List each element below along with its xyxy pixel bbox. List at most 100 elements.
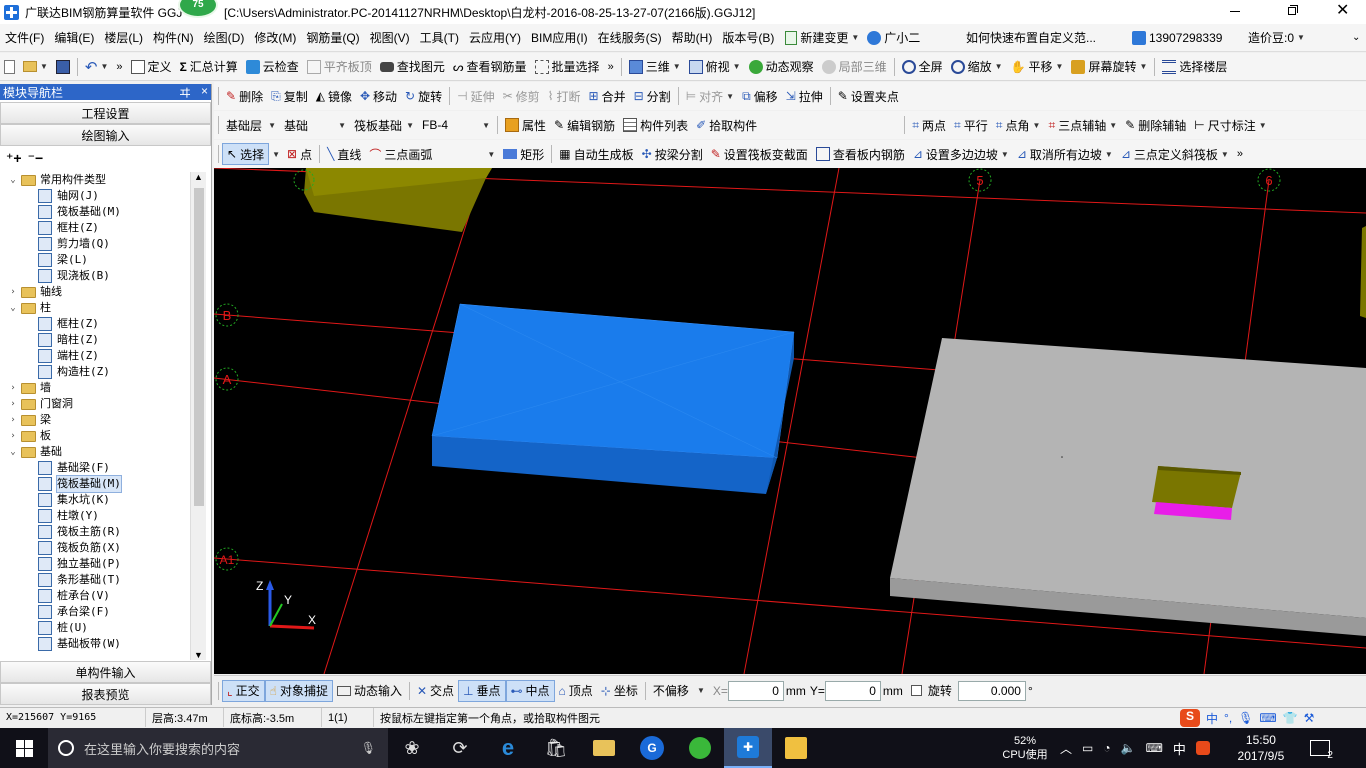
view-rebar-button[interactable]: ᔕ 查看钢筋量 xyxy=(449,56,531,78)
tree-item[interactable]: 集水坑(K) xyxy=(0,492,206,508)
save-button[interactable] xyxy=(52,56,74,78)
intersection-toggle[interactable]: ✕ 交点 xyxy=(413,680,458,702)
tree-scrollbar[interactable]: ▲ ▼ xyxy=(190,172,206,660)
three-point-aux-button[interactable]: ⌗ 三点辅轴 ▼ xyxy=(1044,114,1121,136)
fullscreen-button[interactable]: 全屏 xyxy=(898,56,947,78)
tree-item[interactable]: 基础梁(F) xyxy=(0,460,206,476)
open-file-button[interactable]: ▼ xyxy=(19,56,52,78)
scroll-down-icon[interactable]: ▼ xyxy=(194,650,203,660)
menu-item[interactable]: 钢筋量(Q) xyxy=(301,24,364,51)
volume-icon[interactable]: 🔈 xyxy=(1121,741,1136,755)
define-button[interactable]: 定义 xyxy=(127,56,176,78)
x-input[interactable]: 0 xyxy=(727,680,784,701)
dimension-button[interactable]: ⊢ 尺寸标注 ▼ xyxy=(1190,114,1270,136)
battery-icon[interactable]: ▭ xyxy=(1082,741,1093,755)
chevron-right-icon[interactable]: › xyxy=(8,284,18,300)
tree-item[interactable]: 现浇板(B) xyxy=(0,268,206,284)
expand-all-icon[interactable]: ⁺+ xyxy=(6,150,22,167)
tree-folder[interactable]: › 板 xyxy=(0,428,206,444)
single-component-input-button[interactable]: 单构件输入 xyxy=(0,661,211,683)
menu-item[interactable]: 楼层(L) xyxy=(99,24,148,51)
chevron-down-icon[interactable]: ⌄ xyxy=(8,172,18,188)
file-explorer-icon[interactable] xyxy=(580,728,628,768)
find-element-button[interactable]: 查找图元 xyxy=(376,56,449,78)
minimize-button[interactable] xyxy=(1228,4,1242,18)
pin-icon[interactable]: ヰ xyxy=(179,84,191,101)
menu-item[interactable]: 帮助(H) xyxy=(667,24,718,51)
line-button[interactable]: ╲ 直线 xyxy=(323,143,365,165)
menu-item[interactable]: 编辑(E) xyxy=(49,24,99,51)
tree-item[interactable]: 框柱(Z) xyxy=(0,316,206,332)
menu-item[interactable]: 视图(V) xyxy=(365,24,415,51)
task-view-icon[interactable]: ❀ xyxy=(388,728,436,768)
align-button[interactable]: ⊨ 对齐 ▼ xyxy=(682,85,738,107)
menu-item[interactable]: BIM应用(I) xyxy=(526,24,593,51)
green-app-icon[interactable] xyxy=(676,728,724,768)
batch-select-button[interactable]: 批量选择 xyxy=(531,56,604,78)
tree-item[interactable]: 剪力墙(Q) xyxy=(0,236,206,252)
network-icon[interactable]: ◔ xyxy=(1103,741,1110,755)
collapse-all-icon[interactable]: ⁻− xyxy=(28,150,44,167)
tree-item[interactable]: 桩承台(V) xyxy=(0,588,206,604)
chevron-right-icon[interactable]: › xyxy=(8,380,18,396)
tree-item[interactable]: 柱墩(Y) xyxy=(0,508,206,524)
view-slab-rebar-button[interactable]: 查看板内钢筋 xyxy=(812,143,909,165)
rotate-button[interactable]: ↻ 旋转 xyxy=(401,85,446,107)
more-icon[interactable]: » xyxy=(604,56,618,78)
chevron-down-icon[interactable]: ⌄ xyxy=(8,300,18,316)
ribbon-expand-icon[interactable]: ⌄ xyxy=(1352,32,1360,43)
tree-item[interactable]: 条形基础(T) xyxy=(0,572,206,588)
tree-folder[interactable]: › 门窗洞 xyxy=(0,396,206,412)
notification-icon[interactable]: 2 xyxy=(1309,740,1333,761)
tree-folder[interactable]: › 墙 xyxy=(0,380,206,396)
menu-item[interactable]: 文件(F) xyxy=(0,24,49,51)
chevron-right-icon[interactable]: › xyxy=(8,412,18,428)
dynamic-view-button[interactable]: 动态观察 xyxy=(745,56,818,78)
edge-browser-icon[interactable]: e xyxy=(484,728,532,768)
local-3d-button[interactable]: 局部三维 xyxy=(818,56,891,78)
menu-item[interactable]: 云应用(Y) xyxy=(464,24,526,51)
raft-slab-fb4[interactable] xyxy=(432,304,794,458)
store-icon[interactable]: 🛍 xyxy=(532,728,580,768)
close-icon[interactable]: × xyxy=(201,84,208,101)
scroll-up-icon[interactable]: ▲ xyxy=(194,172,203,182)
tree-item[interactable]: 轴网(J) xyxy=(0,188,206,204)
rotate-checkbox[interactable] xyxy=(910,685,922,696)
dropdown-arrow-icon[interactable]: ▼ xyxy=(272,150,280,159)
new-change-button[interactable]: 新建变更 ▼ xyxy=(781,27,863,49)
zoom-button[interactable]: 缩放 ▼ xyxy=(947,56,1007,78)
dynamic-input-toggle[interactable]: 动态输入 xyxy=(333,680,406,702)
extend-button[interactable]: ⊣ 延伸 xyxy=(453,85,498,107)
tree-folder[interactable]: ⌄ 基础 xyxy=(0,444,206,460)
tree-folder[interactable]: ⌄ 柱 xyxy=(0,300,206,316)
split-by-beam-button[interactable]: ✣ 按梁分割 xyxy=(638,143,707,165)
guangxiaoer-button[interactable]: 广小二 xyxy=(863,27,924,49)
menu-item[interactable]: 构件(N) xyxy=(148,24,199,51)
tree-item[interactable]: 端柱(Z) xyxy=(0,348,206,364)
arc-button[interactable]: ⌒ 三点画弧 ▼ xyxy=(365,143,499,165)
offset-mode-select[interactable]: 不偏移 ▼ xyxy=(649,680,709,702)
chevron-down-icon[interactable]: ⌄ xyxy=(8,444,18,460)
offset-button[interactable]: ⧉ 偏移 xyxy=(738,85,782,107)
tree-folder[interactable]: ⌄ 常用构件类型 xyxy=(0,172,206,188)
tree-item[interactable]: 筏板基础(M) xyxy=(0,475,206,493)
pick-component-button[interactable]: ✐ 拾取构件 xyxy=(692,114,761,136)
select-button[interactable]: ↖ 选择 xyxy=(222,143,270,165)
project-settings-button[interactable]: 工程设置 xyxy=(0,102,211,124)
tree-item[interactable]: 筏板基础(M) xyxy=(0,204,206,220)
flush-top-button[interactable]: 平齐板顶 xyxy=(303,56,376,78)
menu-item[interactable]: 绘图(D) xyxy=(199,24,250,51)
tree-item[interactable]: 承台梁(F) xyxy=(0,604,206,620)
two-points-button[interactable]: ⌗ 两点 xyxy=(908,114,950,136)
tools-icon[interactable]: ⚒ xyxy=(1304,711,1315,725)
menu-item[interactable]: 工具(T) xyxy=(415,24,464,51)
canvas-svg[interactable]: 5 6 B A A1 Z Y X xyxy=(214,168,1366,674)
tree-item[interactable]: 筏板负筋(X) xyxy=(0,540,206,556)
keyboard-icon[interactable]: ⌨ xyxy=(1259,711,1276,725)
perpendicular-toggle[interactable]: ⊥ 垂点 xyxy=(458,679,506,702)
view-3d-button[interactable]: 三维 ▼ xyxy=(625,56,685,78)
tree-folder[interactable]: › 梁 xyxy=(0,412,206,428)
tree-item[interactable]: 筏板主筋(R) xyxy=(0,524,206,540)
rotate-input[interactable]: 0.000 xyxy=(957,680,1026,701)
break-button[interactable]: ⌇ 打断 xyxy=(544,85,585,107)
